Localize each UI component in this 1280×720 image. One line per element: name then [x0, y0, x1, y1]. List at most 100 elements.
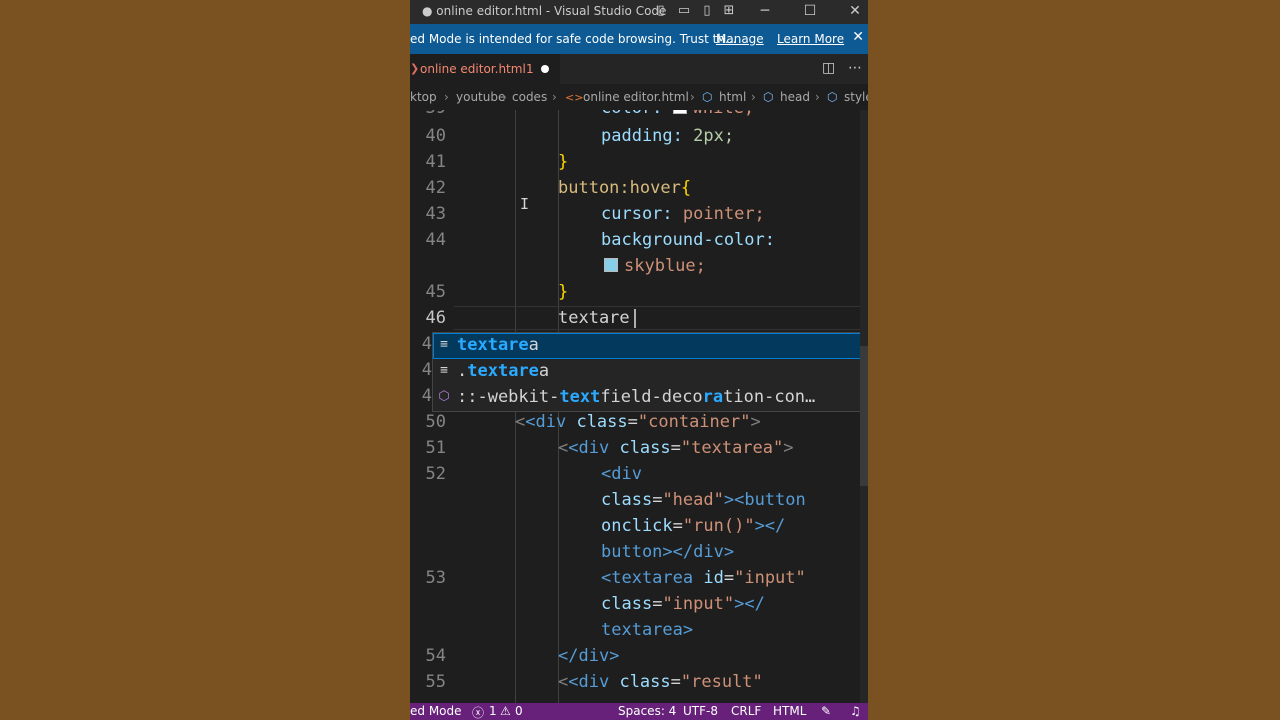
banner-close-icon[interactable]: ✕ — [852, 29, 864, 45]
line-number: 40 — [425, 126, 446, 146]
customize-layout-icon[interactable]: ⊞ — [720, 2, 738, 20]
html-punc: > — [750, 412, 761, 432]
code-line: <textarea id="input" — [601, 568, 806, 588]
breadcrumb-item[interactable]: online editor.html — [583, 90, 689, 104]
chevron-right-icon: › — [690, 90, 695, 104]
html-attr: class — [601, 594, 653, 614]
close-window-button[interactable]: ✕ — [840, 0, 868, 24]
code-line: button:hover{ — [558, 178, 691, 198]
line-number: 4 — [421, 360, 432, 380]
tab-label: online editor.html — [420, 62, 526, 76]
breadcrumb-item[interactable]: head — [780, 90, 810, 104]
status-bar: ed Mode ⓧ 1 ⚠ 0 Spaces: 4 UTF-8 CRLF HTM… — [410, 703, 868, 720]
suggestion-rest: a — [538, 361, 550, 381]
learn-more-link[interactable]: Learn More — [777, 32, 844, 46]
html-tag: <div — [568, 438, 610, 458]
html-attr: class — [601, 490, 653, 510]
css-property: background-color: — [601, 230, 775, 250]
line-number: 39 — [410, 110, 446, 118]
suggestion-match: textare — [457, 335, 529, 355]
html-tag: ></ — [754, 516, 786, 536]
suggestion-label: .textarea — [457, 361, 549, 381]
split-editor-icon[interactable]: ◫ — [822, 60, 835, 76]
property-icon: ≡ — [440, 337, 448, 352]
html-tag: <div — [568, 672, 610, 692]
code-line: } — [558, 282, 569, 302]
error-icon[interactable]: ⓧ — [472, 704, 484, 720]
element-icon: ⬡ — [702, 90, 713, 104]
minimize-button[interactable]: ─ — [750, 0, 780, 24]
breadcrumb-item[interactable]: ktop — [410, 90, 437, 104]
restricted-mode-indicator[interactable]: ed Mode — [410, 704, 462, 718]
code-line-wrap: skyblue; — [604, 256, 706, 276]
toggle-secondary-sidebar-icon[interactable]: ▯ — [698, 2, 716, 20]
warning-icon[interactable]: ⚠ — [500, 704, 511, 718]
line-number: 4 — [421, 334, 432, 354]
code-line-wrap: onclick="run()"></ — [601, 516, 786, 536]
code-line: <<div class="result" — [558, 672, 763, 692]
vscode-window: ● online editor.html - Visual Studio Cod… — [410, 0, 868, 720]
toggle-primary-sidebar-icon[interactable]: ▯ — [652, 2, 670, 20]
html-file-icon: ❯ — [410, 62, 420, 75]
suggestion-match: textare — [467, 361, 539, 381]
css-property: cursor: — [601, 204, 673, 224]
chevron-right-icon: › — [444, 90, 449, 104]
code-line: } — [558, 152, 569, 172]
manage-link[interactable]: Manage — [716, 32, 764, 46]
title-bar: ● online editor.html - Visual Studio Cod… — [410, 0, 868, 24]
color-swatch-icon[interactable] — [672, 110, 687, 114]
breadcrumb-item[interactable]: codes — [512, 90, 547, 104]
encoding-status[interactable]: UTF-8 — [683, 704, 718, 718]
html-string: "head" — [662, 490, 724, 510]
html-tag: <div — [601, 464, 642, 484]
chevron-right-icon: › — [751, 90, 756, 104]
html-punc: > — [783, 438, 794, 458]
breadcrumb-item[interactable]: style — [844, 90, 868, 104]
css-selector: button:hover — [558, 178, 681, 198]
unsaved-dot-icon[interactable] — [541, 65, 549, 73]
suggestion-item[interactable]: ≡ .textarea — [433, 359, 863, 385]
html-file-icon: <> — [565, 91, 584, 104]
html-attr: onclick — [601, 516, 673, 536]
css-property: padding: — [601, 126, 683, 146]
html-string: "container" — [637, 412, 751, 432]
banner-message: ed Mode is intended for safe code browsi… — [410, 32, 737, 46]
breadcrumb-item[interactable]: html — [719, 90, 746, 104]
line-number: 41 — [425, 152, 446, 172]
code-editor[interactable]: 39 40 41 42 43 44 45 46 4 4 4 50 51 52 5… — [410, 110, 868, 703]
line-number: 45 — [425, 282, 446, 302]
suggestion-item[interactable]: ⬡ ::-webkit-textfield-decoration-con… — [433, 385, 863, 411]
html-tag: <div — [525, 412, 567, 432]
html-tag: ><button — [723, 490, 806, 510]
suggestion-label: ::-webkit-textfield-decoration-con… — [457, 387, 815, 407]
chevron-right-icon: › — [815, 90, 820, 104]
warning-count[interactable]: 0 — [515, 704, 523, 718]
chevron-right-icon: › — [502, 90, 507, 104]
window-title: ● online editor.html - Visual Studio Cod… — [422, 4, 667, 18]
current-line-highlight — [454, 306, 868, 330]
html-attr: id — [703, 568, 724, 588]
mouse-ibeam-cursor: I — [520, 195, 530, 213]
error-count[interactable]: 1 — [489, 704, 497, 718]
tab-online-editor[interactable]: ❯ online editor.html 1 — [410, 54, 560, 84]
scrollbar-thumb[interactable] — [860, 346, 868, 486]
toggle-panel-icon[interactable]: ▭ — [675, 2, 693, 20]
indentation-status[interactable]: Spaces: 4 — [618, 704, 676, 718]
suggestion-label: textarea — [457, 335, 539, 355]
more-actions-icon[interactable]: ⋯ — [848, 60, 862, 76]
html-attr: class — [576, 412, 628, 432]
css-value: white; — [693, 110, 754, 118]
notifications-bell-icon[interactable]: ♫ — [850, 704, 861, 718]
suggest-widget: ≡ textarea ≡ .textarea ⬡ ::-webkit-textf… — [432, 332, 864, 412]
language-status[interactable]: HTML — [773, 704, 806, 718]
breadcrumb-item[interactable]: youtube — [456, 90, 505, 104]
suggestion-item[interactable]: ≡ textarea — [433, 333, 863, 359]
line-number: 50 — [425, 412, 446, 432]
suggestion-part: field-deco — [600, 387, 703, 407]
maximize-button[interactable]: ☐ — [795, 0, 825, 24]
eol-status[interactable]: CRLF — [731, 704, 761, 718]
color-swatch-icon[interactable] — [604, 258, 618, 272]
feedback-icon[interactable]: ✎ — [821, 704, 831, 718]
line-number: 42 — [425, 178, 446, 198]
html-tag: ></ — [734, 594, 765, 614]
